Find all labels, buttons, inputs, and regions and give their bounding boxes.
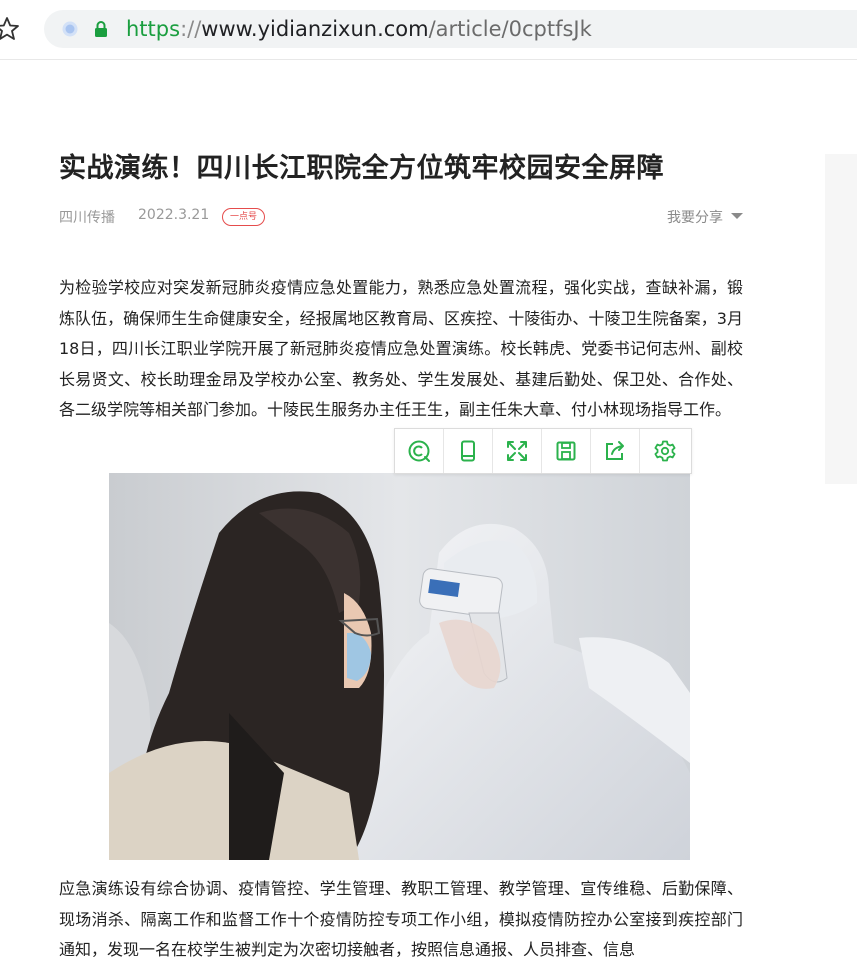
- lock-icon[interactable]: [94, 20, 108, 38]
- mobile-view-button[interactable]: [444, 429, 493, 473]
- phone-icon: [461, 440, 475, 462]
- address-bar[interactable]: https://www.yidianzixun.com/article/0cpt…: [44, 10, 857, 48]
- browser-toolbar: https://www.yidianzixun.com/article/0cpt…: [0, 0, 857, 60]
- search-text-button[interactable]: [395, 429, 444, 473]
- url-text[interactable]: https://www.yidianzixun.com/article/0cpt…: [126, 16, 592, 42]
- url-path: /article/0cptfsJk: [428, 17, 592, 41]
- site-icon: [62, 21, 78, 37]
- side-panel: [825, 154, 857, 484]
- article-source[interactable]: 四川传播: [59, 207, 115, 227]
- article-paragraph: 应急演练设有综合协调、疫情管控、学生管理、教职工管理、教学管理、宣传维稳、后勤保…: [59, 879, 743, 959]
- article-title: 实战演练！四川长江职院全方位筑牢校园安全屏障: [59, 153, 664, 184]
- article-photo: [109, 473, 690, 860]
- share-icon: [606, 441, 624, 460]
- article-meta: 四川传播 2022.3.21 一点号 我要分享: [59, 207, 743, 229]
- channel-badge: 一点号: [222, 208, 266, 226]
- save-icon: [556, 441, 576, 461]
- article-paragraph: 为检验学校应对突发新冠肺炎疫情应急处置能力，熟悉应急处置流程，强化实战，查缺补漏…: [59, 278, 743, 419]
- floating-toolbar: [394, 428, 692, 474]
- settings-icon: [654, 440, 675, 462]
- search-text-icon: [408, 440, 430, 462]
- share-label: 我要分享: [667, 210, 723, 226]
- article-date: 2022.3.21: [138, 207, 210, 223]
- fullscreen-button[interactable]: [493, 429, 542, 473]
- save-button[interactable]: [542, 429, 591, 473]
- star-icon[interactable]: [0, 14, 22, 44]
- share-toolbar-button[interactable]: [591, 429, 640, 473]
- url-separator: ://: [180, 17, 202, 41]
- settings-button[interactable]: [640, 429, 689, 473]
- fullscreen-icon: [507, 441, 527, 461]
- toolbar-divider: [0, 59, 857, 60]
- share-button[interactable]: 我要分享: [667, 207, 743, 227]
- url-host: www.yidianzixun.com: [201, 17, 429, 41]
- chevron-down-icon: [731, 213, 743, 219]
- url-scheme: https: [126, 17, 181, 41]
